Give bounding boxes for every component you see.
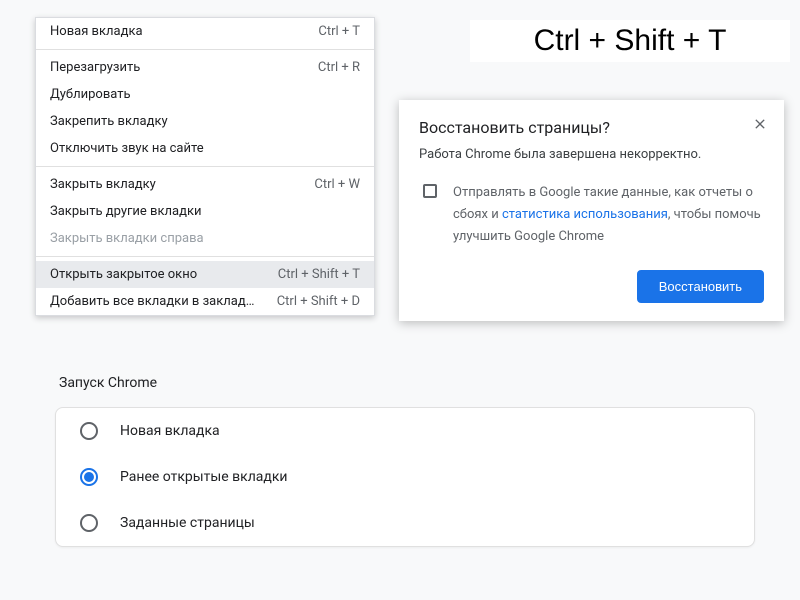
startup-option[interactable]: Заданные страницы bbox=[56, 500, 754, 546]
restore-button[interactable]: Восстановить bbox=[637, 270, 764, 303]
radio-unselected-icon[interactable] bbox=[80, 422, 98, 440]
startup-option[interactable]: Новая вкладка bbox=[56, 408, 754, 454]
radio-dot-icon bbox=[84, 472, 94, 482]
menu-item[interactable]: Дублировать bbox=[36, 81, 374, 108]
send-reports-checkbox-row[interactable]: Отправлять в Google такие данные, как от… bbox=[419, 182, 764, 248]
usage-stats-link[interactable]: статистика использования bbox=[502, 207, 668, 222]
startup-option-label: Ранее открытые вкладки bbox=[120, 469, 288, 485]
menu-item-label: Закрыть другие вкладки bbox=[50, 204, 201, 219]
menu-item: Закрыть вкладки справа bbox=[36, 225, 374, 252]
menu-item-label: Дублировать bbox=[50, 87, 131, 102]
on-startup-section: Запуск Chrome Новая вкладка Ранее открыты… bbox=[55, 375, 755, 547]
menu-item-shortcut: Ctrl + R bbox=[302, 60, 360, 75]
restore-pages-dialog: Восстановить страницы? Работа Chrome был… bbox=[399, 100, 784, 321]
menu-item[interactable]: Закрыть вкладку Ctrl + W bbox=[36, 171, 374, 198]
shortcut-caption: Ctrl + Shift + T bbox=[470, 20, 790, 62]
dialog-footer: Восстановить bbox=[419, 270, 764, 303]
menu-item-shortcut: Ctrl + W bbox=[298, 177, 360, 192]
menu-item[interactable]: Новая вкладка Ctrl + T bbox=[36, 18, 374, 45]
menu-separator bbox=[36, 166, 374, 167]
menu-item-label: Закрыть вкладку bbox=[50, 177, 156, 192]
close-icon[interactable] bbox=[750, 114, 770, 134]
menu-item-label: Новая вкладка bbox=[50, 24, 143, 39]
checkbox-icon[interactable] bbox=[423, 184, 437, 198]
menu-item[interactable]: Добавить все вкладки в закладки…Ctrl + S… bbox=[36, 288, 374, 315]
menu-item[interactable]: Отключить звук на сайте bbox=[36, 135, 374, 162]
radio-unselected-icon[interactable] bbox=[80, 514, 98, 532]
menu-separator bbox=[36, 49, 374, 50]
menu-item[interactable]: Открыть закрытое окно Ctrl + Shift + T bbox=[36, 261, 374, 288]
menu-item[interactable]: Закрепить вкладку bbox=[36, 108, 374, 135]
menu-separator bbox=[36, 256, 374, 257]
menu-item-shortcut: Ctrl + Shift + D bbox=[261, 294, 360, 309]
menu-item[interactable]: Закрыть другие вкладки bbox=[36, 198, 374, 225]
menu-item-label: Закрепить вкладку bbox=[50, 114, 168, 129]
menu-item-label: Перезагрузить bbox=[50, 60, 140, 75]
startup-option[interactable]: Ранее открытые вкладки bbox=[56, 454, 754, 500]
dialog-subtitle: Работа Chrome была завершена некорректно… bbox=[419, 147, 764, 162]
menu-item-label: Отключить звук на сайте bbox=[50, 141, 204, 156]
menu-item-label: Закрыть вкладки справа bbox=[50, 231, 204, 246]
menu-item[interactable]: Перезагрузить Ctrl + R bbox=[36, 54, 374, 81]
radio-selected-icon[interactable] bbox=[80, 468, 98, 486]
startup-option-label: Новая вкладка bbox=[120, 423, 220, 439]
menu-item-shortcut: Ctrl + Shift + T bbox=[262, 267, 360, 282]
startup-option-label: Заданные страницы bbox=[120, 515, 255, 531]
menu-item-label: Добавить все вкладки в закладки… bbox=[50, 294, 261, 309]
menu-item-shortcut: Ctrl + T bbox=[302, 24, 360, 39]
checkbox-label: Отправлять в Google такие данные, как от… bbox=[453, 182, 764, 248]
tab-context-menu: Новая вкладка Ctrl + T Перезагрузить Ctrl +… bbox=[35, 17, 375, 316]
dialog-title: Восстановить страницы? bbox=[419, 118, 764, 137]
startup-options-card: Новая вкладка Ранее открытые вкладки Задан… bbox=[55, 407, 755, 547]
section-heading: Запуск Chrome bbox=[55, 375, 755, 391]
menu-item-label: Открыть закрытое окно bbox=[50, 267, 197, 282]
